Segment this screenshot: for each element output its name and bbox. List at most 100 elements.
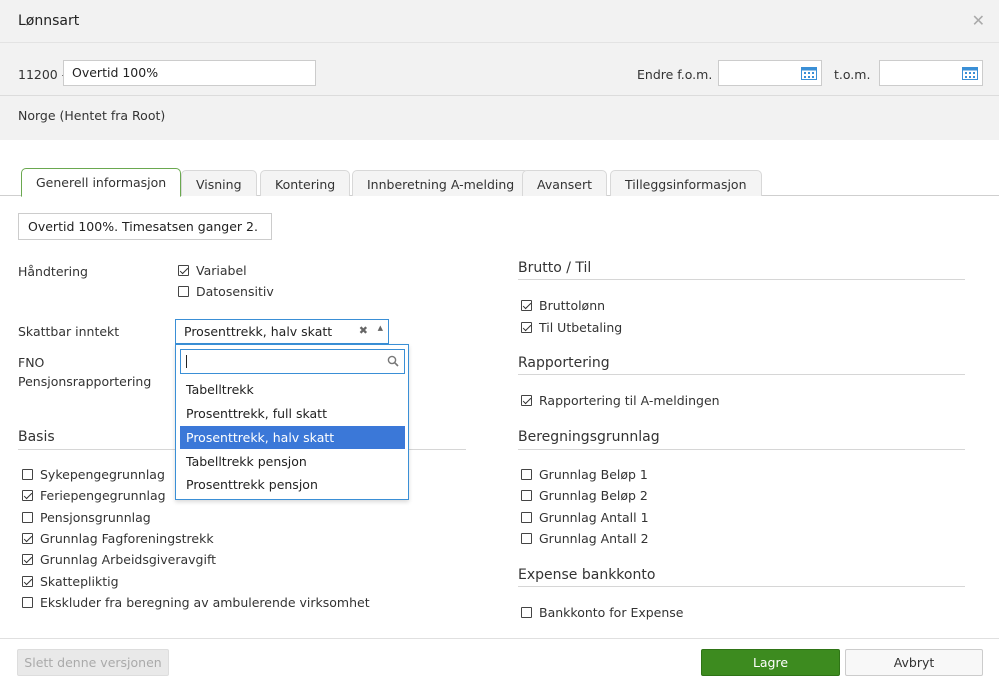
checkbox-label: Rapportering til A-meldingen <box>539 393 720 408</box>
checkbox-icon[interactable] <box>521 395 532 406</box>
checkbox-label: Pensjonsgrunnlag <box>40 510 151 525</box>
tom-label: t.o.m. <box>834 67 871 82</box>
checkbox-icon[interactable] <box>178 265 189 276</box>
datosensitiv-checkbox[interactable]: Datosensitiv <box>178 284 274 299</box>
skattbar-dropdown: Tabelltrekk Prosenttrekk, full skatt Pro… <box>175 344 409 500</box>
calendar-icon[interactable] <box>962 66 978 80</box>
checkbox-icon[interactable] <box>22 469 33 480</box>
basis-item-grunnlag-fagforeningstrekk[interactable]: Grunnlag Fagforeningstrekk <box>22 531 214 546</box>
beregning-item-belop-1[interactable]: Grunnlag Beløp 1 <box>521 467 648 482</box>
dialog-title: Lønnsart <box>18 13 80 29</box>
description-field[interactable]: Overtid 100%. Timesatsen ganger 2. <box>18 213 272 240</box>
date-to-input[interactable] <box>879 60 983 86</box>
name-input[interactable]: Overtid 100% <box>63 60 316 86</box>
option-tabelltrekk-pensjon[interactable]: Tabelltrekk pensjon <box>180 450 405 473</box>
rapportering-item-a-meldingen[interactable]: Rapportering til A-meldingen <box>521 393 720 408</box>
caret-up-icon[interactable]: ▲ <box>378 324 383 332</box>
checkbox-icon[interactable] <box>521 607 532 618</box>
cancel-button[interactable]: Avbryt <box>845 649 983 676</box>
brutto-divider <box>518 279 965 280</box>
code-label: 11200 - <box>18 67 67 82</box>
tab-tilleggsinformasjon[interactable]: Tilleggsinformasjon <box>610 170 762 196</box>
checkbox-icon[interactable] <box>178 286 189 297</box>
beregningsgrunnlag-divider <box>518 449 965 450</box>
rapportering-title: Rapportering <box>518 355 610 371</box>
band-divider <box>0 95 999 96</box>
checkbox-icon[interactable] <box>521 300 532 311</box>
checkbox-icon[interactable] <box>22 576 33 587</box>
tab-generell-informasjon[interactable]: Generell informasjon <box>21 168 182 197</box>
checkbox-label: Grunnlag Arbeidsgiveravgift <box>40 552 217 567</box>
checkbox-icon[interactable] <box>22 490 33 501</box>
skattbar-label: Skattbar inntekt <box>18 324 120 339</box>
skattbar-select[interactable]: Prosenttrekk, halv skatt ✖ ▲ <box>175 319 389 344</box>
basis-item-skattepliktig[interactable]: Skattepliktig <box>22 574 119 589</box>
endre-fom-label: Endre f.o.m. <box>637 67 713 82</box>
checkbox-label: Grunnlag Antall 2 <box>539 531 649 546</box>
brutto-item-bruttolonn[interactable]: Bruttolønn <box>521 298 605 313</box>
handtering-label: Håndtering <box>18 264 88 279</box>
checkbox-icon[interactable] <box>521 512 532 523</box>
option-prosenttrekk-pensjon[interactable]: Prosenttrekk pensjon <box>180 473 405 496</box>
beregning-item-antall-2[interactable]: Grunnlag Antall 2 <box>521 531 649 546</box>
tab-visning[interactable]: Visning <box>181 170 257 196</box>
basis-item-ekskluder-ambulerende[interactable]: Ekskluder fra beregning av ambulerende v… <box>22 595 370 610</box>
basis-title: Basis <box>18 429 55 445</box>
checkbox-label: Sykepengegrunnlag <box>40 467 165 482</box>
tab-innberetning-a-melding[interactable]: Innberetning A-melding <box>352 170 530 196</box>
checkbox-icon[interactable] <box>521 490 532 501</box>
tab-kontering[interactable]: Kontering <box>260 170 351 196</box>
checkbox-label: Til Utbetaling <box>539 320 623 335</box>
checkbox-icon[interactable] <box>22 533 33 544</box>
option-tabelltrekk[interactable]: Tabelltrekk <box>180 378 405 401</box>
delete-version-button[interactable]: Slett denne versjonen <box>17 649 169 676</box>
save-button[interactable]: Lagre <box>701 649 840 676</box>
basis-item-grunnlag-arbeidsgiveravgift[interactable]: Grunnlag Arbeidsgiveravgift <box>22 552 216 567</box>
basis-item-feriepengegrunnlag[interactable]: Feriepengegrunnlag <box>22 488 166 503</box>
checkbox-label: Ekskluder fra beregning av ambulerende v… <box>40 595 370 610</box>
skattbar-select-value: Prosenttrekk, halv skatt <box>184 324 333 339</box>
brutto-item-til-utbetaling[interactable]: Til Utbetaling <box>521 320 622 335</box>
checkbox-label: Bankkonto for Expense <box>539 605 684 620</box>
rapportering-divider <box>518 374 965 375</box>
basis-item-sykepengegrunnlag[interactable]: Sykepengegrunnlag <box>22 467 165 482</box>
date-from-input[interactable] <box>718 60 822 86</box>
checkbox-icon[interactable] <box>521 469 532 480</box>
brutto-title: Brutto / Til <box>518 260 592 276</box>
variabel-checkbox[interactable]: Variabel <box>178 263 247 278</box>
checkbox-label: Feriepengegrunnlag <box>40 488 166 503</box>
variabel-label: Variabel <box>196 263 247 278</box>
checkbox-icon[interactable] <box>22 597 33 608</box>
calendar-icon[interactable] <box>801 66 817 80</box>
basis-divider <box>18 449 175 450</box>
checkbox-icon[interactable] <box>22 554 33 565</box>
dropdown-search-input[interactable] <box>180 349 405 374</box>
checkbox-label: Grunnlag Fagforeningstrekk <box>40 531 214 546</box>
checkbox-icon[interactable] <box>22 512 33 523</box>
fno-label: FNO <box>18 355 45 370</box>
checkbox-label: Skattepliktig <box>40 574 119 589</box>
checkbox-icon[interactable] <box>521 533 532 544</box>
dialog-header <box>0 0 999 43</box>
text-cursor <box>186 355 187 368</box>
footer-divider <box>0 638 999 639</box>
beregning-item-antall-1[interactable]: Grunnlag Antall 1 <box>521 510 649 525</box>
tab-avansert[interactable]: Avansert <box>522 170 608 196</box>
pensjonsrapportering-label: Pensjonsrapportering <box>18 374 152 389</box>
expense-item-bankkonto[interactable]: Bankkonto for Expense <box>521 605 684 620</box>
option-prosenttrekk-halv-skatt[interactable]: Prosenttrekk, halv skatt <box>180 426 405 449</box>
checkbox-icon[interactable] <box>521 322 532 333</box>
checkbox-label: Bruttolønn <box>539 298 606 313</box>
checkbox-label: Grunnlag Beløp 1 <box>539 467 648 482</box>
option-prosenttrekk-full-skatt[interactable]: Prosenttrekk, full skatt <box>180 402 405 425</box>
clear-icon[interactable]: ✖ <box>359 324 368 337</box>
close-icon[interactable]: ✕ <box>972 11 985 30</box>
checkbox-label: Grunnlag Antall 1 <box>539 510 649 525</box>
country-label: Norge (Hentet fra Root) <box>18 108 166 123</box>
expense-divider <box>518 586 965 587</box>
search-icon <box>387 355 399 367</box>
beregning-item-belop-2[interactable]: Grunnlag Beløp 2 <box>521 488 648 503</box>
checkbox-label: Grunnlag Beløp 2 <box>539 488 648 503</box>
datosensitiv-label: Datosensitiv <box>196 284 274 299</box>
basis-item-pensjonsgrunnlag[interactable]: Pensjonsgrunnlag <box>22 510 151 525</box>
